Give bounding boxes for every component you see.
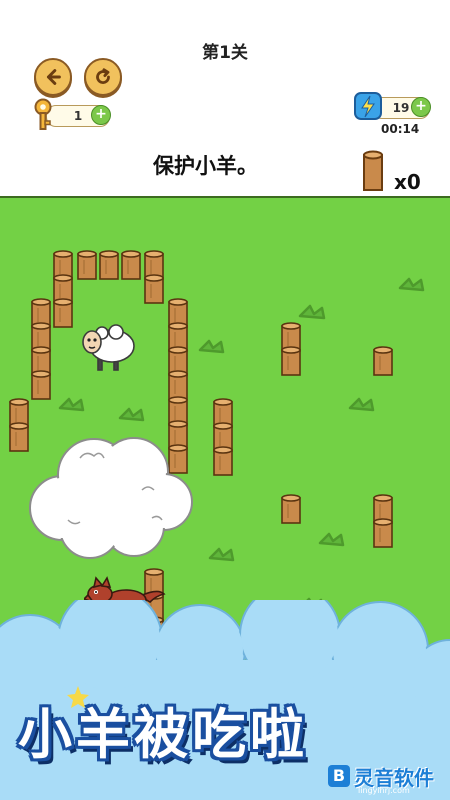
wood-stake: [99, 250, 119, 280]
lightning-icon: [354, 92, 382, 120]
wood-stake: [121, 250, 141, 280]
add-key-button[interactable]: +: [91, 105, 111, 125]
add-energy-button[interactable]: +: [411, 97, 431, 117]
key-icon: [34, 98, 52, 130]
watermark-url: lingyinrj.com: [358, 786, 410, 795]
restart-icon: [96, 68, 110, 84]
wood-stake: [31, 370, 51, 400]
back-button[interactable]: [34, 58, 72, 96]
wood-stake-icon: [363, 150, 383, 191]
stake-count: x0: [394, 170, 421, 194]
wood-stake: [373, 346, 393, 376]
wood-stake: [373, 518, 393, 548]
wood-stake: [77, 250, 97, 280]
watermark-logo-icon: B: [328, 765, 350, 787]
wood-stake: [53, 298, 73, 328]
wood-stake: [281, 494, 301, 524]
header-bar: 第1关 1 + 19 + 00:14 保护小羊。 x0: [0, 0, 450, 196]
sheep[interactable]: [78, 318, 138, 376]
wood-stake: [213, 446, 233, 476]
arrow-left-icon: [46, 69, 61, 85]
timer: 00:14: [381, 122, 420, 136]
restart-button[interactable]: [84, 58, 122, 96]
smoke-cloud: [29, 437, 193, 559]
wood-stake: [144, 274, 164, 304]
wood-stake: [281, 346, 301, 376]
level-title: 第1关: [202, 43, 248, 63]
level-instruction: 保护小羊。: [153, 154, 258, 178]
